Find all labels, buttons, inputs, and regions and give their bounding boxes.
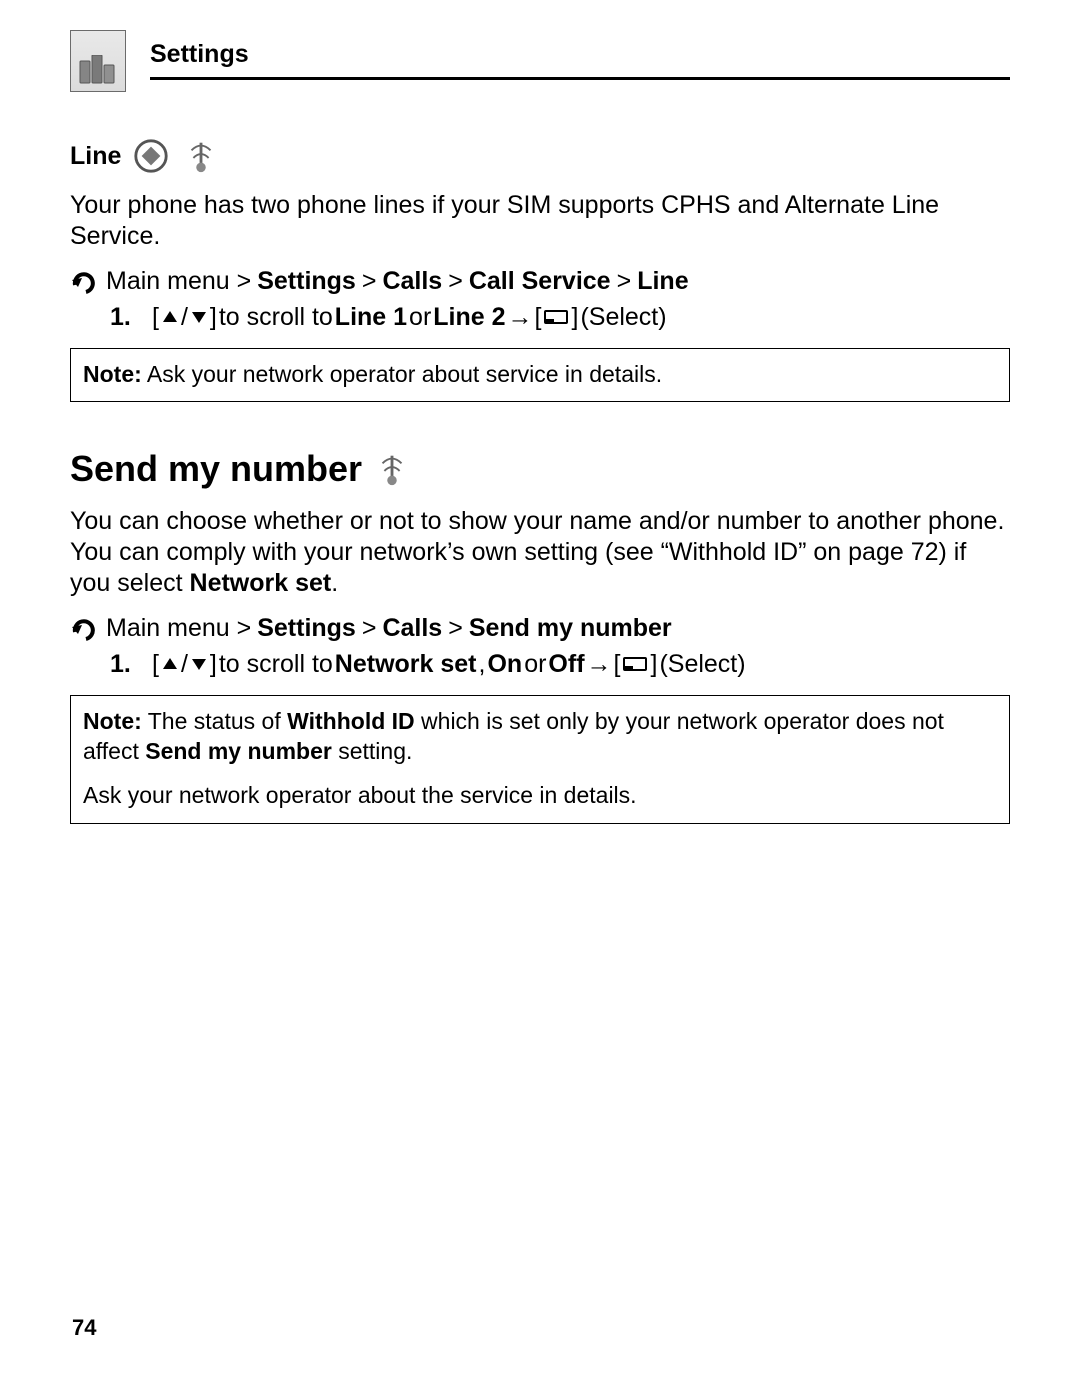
bracket-close: ] (210, 650, 217, 679)
nav-settings: Settings (257, 614, 356, 643)
option-line1: Line 1 (335, 303, 407, 332)
antenna-icon (181, 136, 221, 176)
softkey-icon (543, 308, 569, 326)
page-number: 74 (72, 1315, 96, 1341)
note-label: Note: (83, 708, 142, 734)
up-triangle-icon (161, 655, 179, 673)
step-send-1: 1. [ / ] to scroll to Network set, On or… (110, 650, 1010, 679)
step-comma: , (479, 650, 486, 679)
nav-calls: Calls (382, 614, 442, 643)
nav-calls: Calls (382, 267, 442, 296)
step-select: (Select) (659, 650, 745, 679)
note-text: The status of (142, 708, 287, 734)
nav-call-service: Call Service (469, 267, 611, 296)
note-withhold-id: Withhold ID (287, 708, 415, 734)
note-label: Note: (83, 361, 142, 387)
nav-sep: > (448, 267, 463, 296)
step-number: 1. (110, 303, 136, 332)
nav-text: Main menu > (106, 614, 251, 643)
slash: / (181, 303, 188, 332)
step-arrow: → (587, 650, 612, 679)
manual-page: Settings Line Your phone has two phone l… (0, 0, 1080, 1379)
nav-text: Main menu > (106, 267, 251, 296)
note-box-send: Note: The status of Withhold ID which is… (70, 695, 1010, 824)
note-text: Ask your network operator about service … (142, 361, 662, 387)
nav-sep: > (362, 267, 377, 296)
down-triangle-icon (190, 308, 208, 326)
section-heading-label: Line (70, 142, 121, 171)
bracket-open: [ (152, 303, 159, 332)
up-triangle-icon (161, 308, 179, 326)
bracket-close: ] (571, 303, 578, 332)
goto-arrow-icon (70, 267, 100, 297)
section-heading-send-my-number: Send my number (70, 448, 1010, 490)
page-header: Settings (70, 30, 1010, 92)
slash: / (181, 650, 188, 679)
section-send-paragraph: You can choose whether or not to show yo… (70, 506, 1010, 600)
step-arrow: → (508, 303, 533, 332)
header-rule (150, 77, 1010, 80)
nav-line: Line (637, 267, 688, 296)
step-number: 1. (110, 650, 136, 679)
step-or: or (524, 650, 546, 679)
goto-arrow-icon (70, 614, 100, 644)
para-network-set: Network set (190, 569, 332, 597)
option-network-set: Network set (335, 650, 477, 679)
nav-settings: Settings (257, 267, 356, 296)
bracket-open: [ (535, 303, 542, 332)
section-heading-line: Line (70, 136, 1010, 176)
bracket-open: [ (614, 650, 621, 679)
option-off: Off (548, 650, 584, 679)
antenna-icon (372, 449, 412, 489)
step-or: or (409, 303, 431, 332)
bracket-close: ] (650, 650, 657, 679)
nav-sep: > (617, 267, 632, 296)
step-select: (Select) (580, 303, 666, 332)
nav-path-send: Main menu > Settings > Calls > Send my n… (70, 614, 1010, 644)
bracket-open: [ (152, 650, 159, 679)
nav-send-my-number: Send my number (469, 614, 672, 643)
note-send-my-number: Send my number (145, 738, 332, 764)
step-text: to scroll to (219, 650, 333, 679)
para-period: . (331, 569, 338, 597)
nav-sep: > (362, 614, 377, 643)
sim-icon (131, 136, 171, 176)
option-on: On (487, 650, 522, 679)
page-title: Settings (150, 40, 1010, 77)
step-line-1: 1. [ / ] to scroll to Line 1 or Line 2 →… (110, 303, 1010, 332)
bracket-close: ] (210, 303, 217, 332)
nav-sep: > (448, 614, 463, 643)
section-line-paragraph: Your phone has two phone lines if your S… (70, 190, 1010, 253)
note-paragraph-2: Ask your network operator about the serv… (83, 780, 997, 810)
settings-thumbnail-icon (70, 30, 126, 92)
down-triangle-icon (190, 655, 208, 673)
note-box-line: Note: Ask your network operator about se… (70, 348, 1010, 402)
nav-path-line: Main menu > Settings > Calls > Call Serv… (70, 267, 1010, 297)
section-heading-label: Send my number (70, 448, 362, 490)
step-text: to scroll to (219, 303, 333, 332)
note-text: setting. (332, 738, 413, 764)
softkey-icon (622, 655, 648, 673)
option-line2: Line 2 (433, 303, 505, 332)
